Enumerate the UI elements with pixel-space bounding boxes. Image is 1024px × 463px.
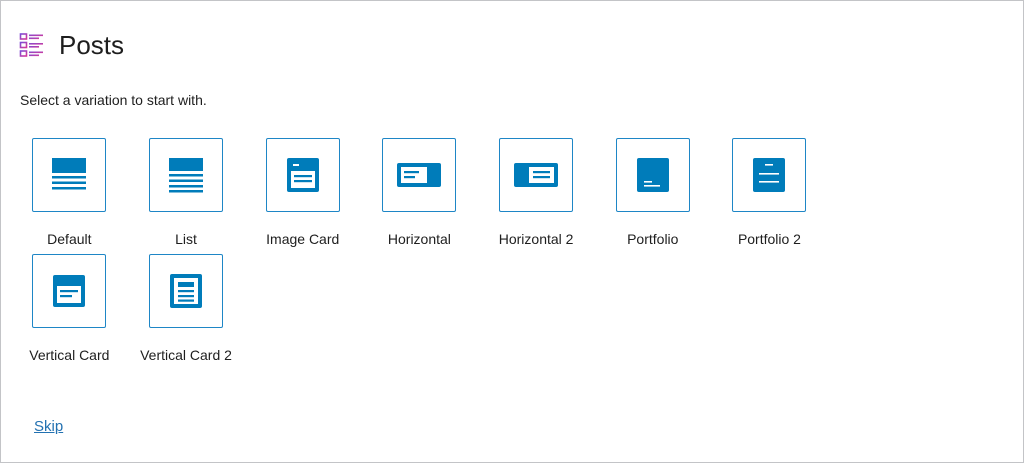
variation-portfolio-2[interactable]: Portfolio 2 bbox=[711, 138, 828, 248]
variation-vertical-card-2-label: Vertical Card 2 bbox=[140, 347, 232, 363]
block-header: Posts bbox=[19, 29, 124, 61]
variation-vertical-card-2-button[interactable] bbox=[149, 254, 224, 328]
variation-default[interactable]: Default bbox=[11, 138, 128, 248]
variation-horizontal-2[interactable]: Horizontal 2 bbox=[478, 138, 595, 248]
variation-list[interactable]: List bbox=[128, 138, 245, 248]
variation-vertical-card-2[interactable]: Vertical Card 2 bbox=[128, 254, 245, 364]
skip-link[interactable]: Skip bbox=[34, 417, 63, 437]
variation-horizontal[interactable]: Horizontal bbox=[361, 138, 478, 248]
posts-list-icon bbox=[19, 33, 43, 57]
variation-vertical-card-label: Vertical Card bbox=[29, 347, 110, 363]
horizontal-layout-icon bbox=[397, 163, 442, 187]
variation-portfolio-button[interactable] bbox=[615, 138, 690, 212]
variation-image-card-button[interactable] bbox=[265, 138, 340, 212]
instructions-text: Select a variation to start with. bbox=[20, 92, 207, 108]
variation-vertical-card-button[interactable] bbox=[32, 254, 107, 328]
default-layout-icon bbox=[52, 158, 87, 190]
variation-portfolio[interactable]: Portfolio bbox=[594, 138, 711, 248]
variation-horizontal-label: Horizontal bbox=[387, 231, 451, 247]
variation-image-card-label: Image Card bbox=[266, 231, 340, 247]
portfolio-2-layout-icon bbox=[753, 158, 786, 192]
horizontal-2-layout-icon bbox=[514, 163, 559, 187]
variation-picker-panel: Posts Select a variation to start with. … bbox=[0, 0, 1024, 463]
variation-horizontal-2-label: Horizontal 2 bbox=[498, 231, 574, 247]
variation-portfolio-2-label: Portfolio 2 bbox=[737, 231, 801, 247]
variation-image-card[interactable]: Image Card bbox=[244, 138, 361, 248]
vertical-card-layout-icon bbox=[53, 275, 86, 307]
variation-portfolio-2-button[interactable] bbox=[732, 138, 807, 212]
vertical-card-2-layout-icon bbox=[170, 274, 203, 308]
variation-default-button[interactable] bbox=[32, 138, 107, 212]
variation-list-label: List bbox=[175, 231, 197, 247]
image-card-layout-icon bbox=[286, 158, 319, 192]
variation-portfolio-label: Portfolio bbox=[627, 231, 679, 247]
portfolio-layout-icon bbox=[636, 158, 669, 192]
list-layout-icon bbox=[169, 158, 204, 193]
variation-vertical-card[interactable]: Vertical Card bbox=[11, 254, 128, 364]
variation-default-label: Default bbox=[47, 231, 92, 247]
variation-horizontal-button[interactable] bbox=[382, 138, 457, 212]
page-title: Posts bbox=[59, 30, 125, 60]
variation-horizontal-2-button[interactable] bbox=[499, 138, 574, 212]
variation-list-button[interactable] bbox=[149, 138, 224, 212]
variations-list: Default List Image Card Horizontal Horiz… bbox=[11, 138, 831, 364]
